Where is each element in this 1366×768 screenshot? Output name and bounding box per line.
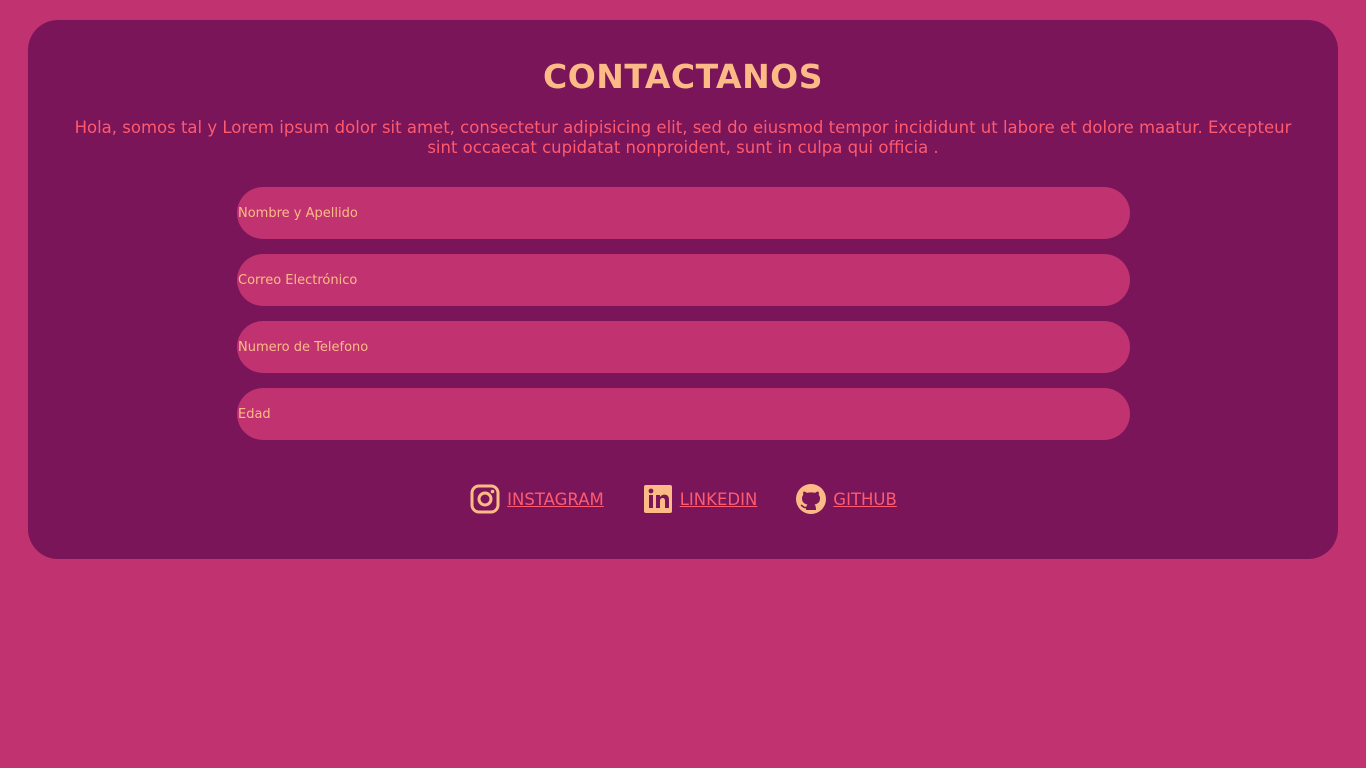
phone-field[interactable] bbox=[237, 321, 1130, 373]
linkedin-link[interactable]: LINKEDIN bbox=[642, 483, 758, 515]
intro-paragraph: Hola, somos tal y Lorem ipsum dolor sit … bbox=[74, 118, 1292, 157]
social-links: INSTAGRAM LINKEDIN GITHUB bbox=[28, 483, 1338, 515]
instagram-link[interactable]: INSTAGRAM bbox=[469, 483, 604, 515]
contact-form bbox=[237, 187, 1130, 455]
linkedin-label: LINKEDIN bbox=[679, 489, 758, 509]
github-label: GITHUB bbox=[833, 489, 897, 509]
instagram-label: INSTAGRAM bbox=[507, 489, 604, 509]
instagram-icon bbox=[469, 483, 501, 515]
github-link[interactable]: GITHUB bbox=[795, 483, 897, 515]
github-icon bbox=[795, 483, 827, 515]
contact-card: CONTACTANOS Hola, somos tal y Lorem ipsu… bbox=[28, 20, 1338, 559]
age-field[interactable] bbox=[237, 388, 1130, 440]
page-title: CONTACTANOS bbox=[542, 57, 824, 96]
linkedin-icon bbox=[642, 483, 674, 515]
email-field[interactable] bbox=[237, 254, 1130, 306]
name-field[interactable] bbox=[237, 187, 1130, 239]
